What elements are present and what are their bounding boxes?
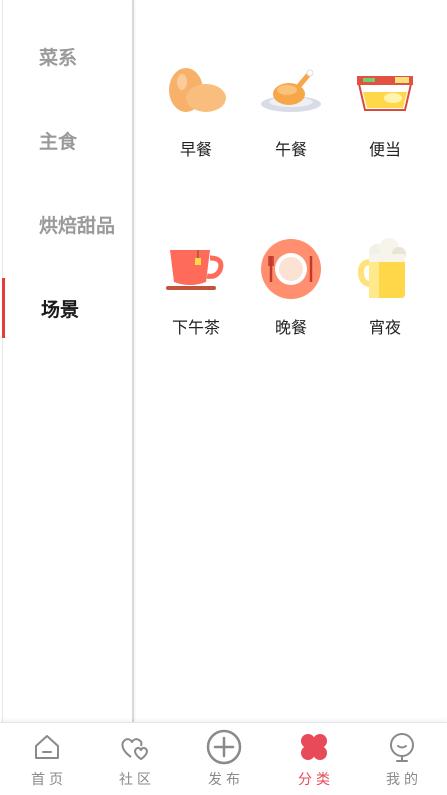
- home-icon: [29, 729, 65, 765]
- profile-face-icon: [384, 729, 420, 765]
- dinner-plate-icon: [258, 236, 324, 302]
- community-hearts-icon: [117, 729, 153, 765]
- sidebar-item-baking[interactable]: 烘焙甜品: [3, 194, 133, 254]
- category-dinner[interactable]: 晚餐: [246, 236, 336, 356]
- tab-publish[interactable]: 发布: [179, 723, 269, 795]
- sidebar-item-label: 主食: [39, 130, 78, 153]
- category-label: 下午茶: [171, 318, 220, 337]
- category-afternoon-tea[interactable]: 下午茶: [151, 236, 241, 356]
- category-late-night[interactable]: 宵夜: [340, 236, 430, 356]
- sidebar-item-cuisine[interactable]: 菜系: [3, 26, 133, 86]
- category-bento[interactable]: 便当: [340, 58, 430, 178]
- category-lunch[interactable]: 午餐: [246, 58, 336, 178]
- eggs-icon: [163, 58, 229, 124]
- sidebar-item-label: 烘焙甜品: [39, 214, 116, 237]
- tab-label: 我的: [386, 772, 422, 788]
- category-grid: 早餐 午餐 便当 下午茶 晚餐 宵夜: [136, 0, 447, 722]
- roast-chicken-icon: [258, 58, 324, 124]
- sidebar-item-label: 场景: [41, 298, 80, 321]
- teacup-icon: [163, 236, 229, 302]
- clover-icon: [296, 729, 332, 765]
- tab-label: 社区: [119, 772, 155, 788]
- category-label: 午餐: [274, 140, 307, 159]
- tab-home[interactable]: 首页: [2, 723, 92, 795]
- bottom-tab-bar: 首页 社区 发布 分类 我的: [0, 722, 447, 795]
- category-label: 早餐: [179, 140, 212, 159]
- tab-mine[interactable]: 我的: [357, 723, 447, 795]
- tab-community[interactable]: 社区: [90, 723, 180, 795]
- bento-box-icon: [352, 58, 418, 124]
- plus-circle-icon: [206, 729, 242, 765]
- category-label: 便当: [368, 140, 401, 159]
- tab-category[interactable]: 分类: [269, 723, 359, 795]
- sidebar-item-scene[interactable]: 场景: [2, 278, 133, 338]
- category-label: 宵夜: [368, 318, 401, 337]
- category-label: 晚餐: [274, 318, 307, 337]
- sidebar-item-staple[interactable]: 主食: [3, 110, 133, 170]
- tab-label: 分类: [298, 772, 334, 788]
- category-sidebar: 菜系 主食 烘焙甜品 场景: [2, 0, 134, 722]
- tab-label: 首页: [31, 772, 67, 788]
- category-breakfast[interactable]: 早餐: [151, 58, 241, 178]
- beer-mug-icon: [352, 236, 418, 302]
- category-page: 菜系 主食 烘焙甜品 场景 早餐 午餐 便当 下午茶 晚餐 宵夜 首页 社区 发…: [0, 0, 447, 795]
- tab-label: 发布: [208, 772, 244, 788]
- sidebar-item-label: 菜系: [39, 46, 78, 69]
